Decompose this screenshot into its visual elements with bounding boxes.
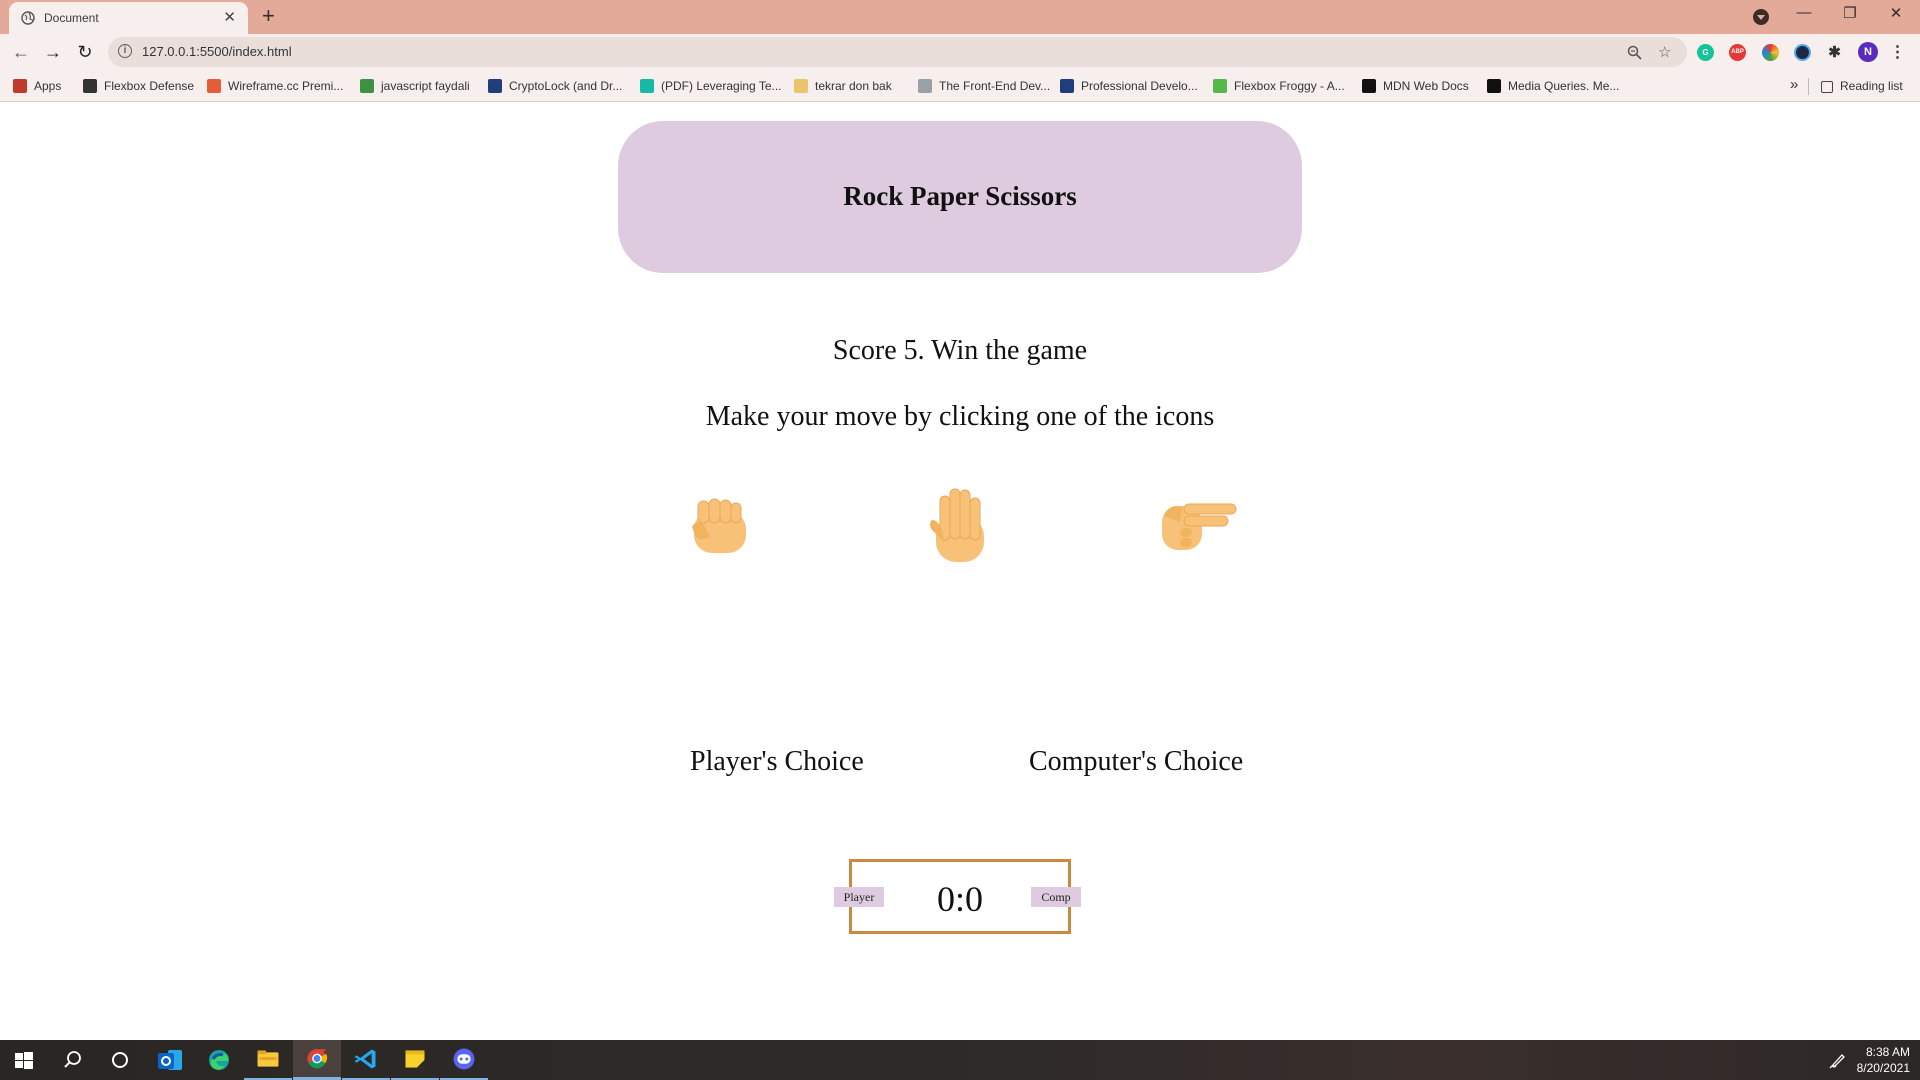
comp-score-tag: Comp	[1031, 887, 1081, 907]
calendar-icon	[1060, 79, 1074, 93]
chrome-icon[interactable]	[293, 1040, 341, 1080]
dash-icon	[918, 79, 932, 93]
new-tab-button[interactable]: +	[262, 3, 275, 29]
outlook-icon[interactable]	[146, 1040, 194, 1080]
bookmark-label: CryptoLock (and Dr...	[509, 79, 623, 93]
restore-button[interactable]: ❐	[1827, 4, 1873, 22]
back-arrow-icon[interactable]: ←	[10, 41, 32, 63]
chrome-menu-icon[interactable]: ⋮	[1889, 44, 1906, 61]
extensions-puzzle-icon[interactable]: ✱	[1826, 44, 1843, 61]
bookmark-label: The Front-End Dev...	[939, 79, 1051, 93]
minimize-button[interactable]: —	[1781, 4, 1827, 21]
players-choice-label: Player's Choice	[690, 746, 864, 777]
bookmarks-bar: Apps Flexbox Defense Wireframe.cc Premi...…	[0, 70, 1920, 102]
tab-search-icon[interactable]	[1753, 9, 1769, 25]
bookmark-item[interactable]: Professional Develo...	[1060, 79, 1198, 93]
bookmark-label: tekrar don bak	[815, 79, 892, 93]
reading-list-button[interactable]: Reading list	[1821, 79, 1903, 93]
globe-icon	[21, 11, 35, 25]
vscode-icon[interactable]	[342, 1040, 390, 1080]
frog-icon	[1213, 79, 1227, 93]
bookmark-label: Professional Develo...	[1081, 79, 1198, 93]
search-icon[interactable]	[48, 1040, 96, 1080]
goal-text: Score 5. Win the game	[832, 335, 1088, 366]
reload-icon[interactable]: ↻	[74, 41, 96, 63]
url-text[interactable]: 127.0.0.1:5500/index.html	[142, 44, 292, 59]
bookmark-item[interactable]: Wireframe.cc Premi...	[207, 79, 343, 93]
clock-time: 8:38 AM	[1865, 1045, 1910, 1059]
bookmark-item[interactable]: (PDF) Leveraging Te...	[640, 79, 782, 93]
medium-icon	[1487, 79, 1501, 93]
discord-icon[interactable]	[440, 1040, 488, 1080]
scissors-hand-icon[interactable]	[1160, 496, 1240, 554]
adblock-plus-icon[interactable]: ABP	[1729, 44, 1746, 61]
edge-icon[interactable]	[195, 1040, 243, 1080]
computers-choice-label: Computer's Choice	[1029, 746, 1244, 777]
bookmark-label: Flexbox Froggy - A...	[1234, 79, 1345, 93]
windows-start-icon[interactable]	[0, 1040, 48, 1080]
paper-hand-icon[interactable]	[926, 486, 992, 566]
ieee-icon	[488, 79, 502, 93]
system-clock[interactable]: 8:38 AM 8/20/2021	[1857, 1044, 1910, 1076]
bookmark-label: MDN Web Docs	[1383, 79, 1469, 93]
bookmark-item[interactable]: Apps	[13, 79, 61, 93]
tab-close-icon[interactable]: ✕	[223, 8, 236, 26]
address-bar[interactable]: i 127.0.0.1:5500/index.html ☆	[108, 37, 1687, 67]
clock-extension-icon[interactable]	[1794, 44, 1811, 61]
bookmark-item[interactable]: MDN Web Docs	[1362, 79, 1469, 93]
tab-strip: Document ✕ + — ❐ ✕	[0, 0, 1920, 34]
crown-icon	[794, 79, 808, 93]
bookmark-item[interactable]: CryptoLock (and Dr...	[488, 79, 622, 93]
player-score-tag: Player	[834, 887, 884, 907]
instruction-text: Make your move by clicking one of the ic…	[705, 401, 1215, 432]
cortana-icon[interactable]	[96, 1040, 144, 1080]
grammarly-icon[interactable]: G	[1697, 44, 1714, 61]
bookmark-label: Flexbox Defense	[104, 79, 195, 93]
reading-list-icon	[1821, 81, 1833, 93]
bookmark-item[interactable]: tekrar don bak	[794, 79, 892, 93]
bookmark-item[interactable]: Flexbox Froggy - A...	[1213, 79, 1345, 93]
bookmark-label: Media Queries. Me...	[1508, 79, 1620, 93]
clock-date: 8/20/2021	[1856, 1061, 1910, 1075]
windows-taskbar: 8:38 AM 8/20/2021	[0, 1040, 1920, 1080]
bookmarks-overflow-button[interactable]: »	[1790, 76, 1798, 93]
bookmark-item[interactable]: Flexbox Defense	[83, 79, 194, 93]
bookmark-label: Wireframe.cc Premi...	[228, 79, 344, 93]
pen-ink-icon[interactable]	[1829, 1051, 1847, 1069]
site-info-icon[interactable]: i	[118, 44, 132, 58]
bookmark-item[interactable]: Media Queries. Me...	[1487, 79, 1619, 93]
header-card: Rock Paper Scissors	[618, 121, 1302, 273]
bookmark-label: javascript faydali	[381, 79, 470, 93]
rock-hand-icon[interactable]	[690, 497, 752, 557]
tab-document[interactable]: Document ✕	[9, 2, 248, 34]
hash-icon	[83, 79, 97, 93]
bookmarks-divider	[1808, 78, 1809, 95]
researchgate-icon	[640, 79, 654, 93]
bookmark-label: (PDF) Leveraging Te...	[661, 79, 782, 93]
wireframe-icon	[207, 79, 221, 93]
sticky-notes-icon[interactable]	[391, 1040, 439, 1080]
browser-toolbar: ← → ↻ i 127.0.0.1:5500/index.html ☆ G AB…	[0, 34, 1920, 70]
file-explorer-icon[interactable]	[244, 1040, 292, 1080]
bookmark-item[interactable]: The Front-End Dev...	[918, 79, 1050, 93]
forward-arrow-icon[interactable]: →	[42, 41, 64, 63]
tab-title: Document	[44, 11, 99, 25]
page-title: Rock Paper Scissors	[843, 181, 1077, 211]
bookmark-star-icon[interactable]: ☆	[1658, 43, 1671, 61]
profile-avatar[interactable]: N	[1858, 42, 1878, 62]
reading-list-label: Reading list	[1840, 79, 1903, 93]
apps-grid-icon	[13, 79, 27, 93]
zoom-icon[interactable]	[1627, 45, 1642, 60]
bookmark-label: Apps	[34, 79, 62, 93]
close-window-button[interactable]: ✕	[1873, 4, 1919, 22]
mdn-icon	[1362, 79, 1376, 93]
bookmark-item[interactable]: javascript faydali	[360, 79, 470, 93]
color-picker-extension-icon[interactable]	[1762, 44, 1779, 61]
bookmark-green-icon	[360, 79, 374, 93]
